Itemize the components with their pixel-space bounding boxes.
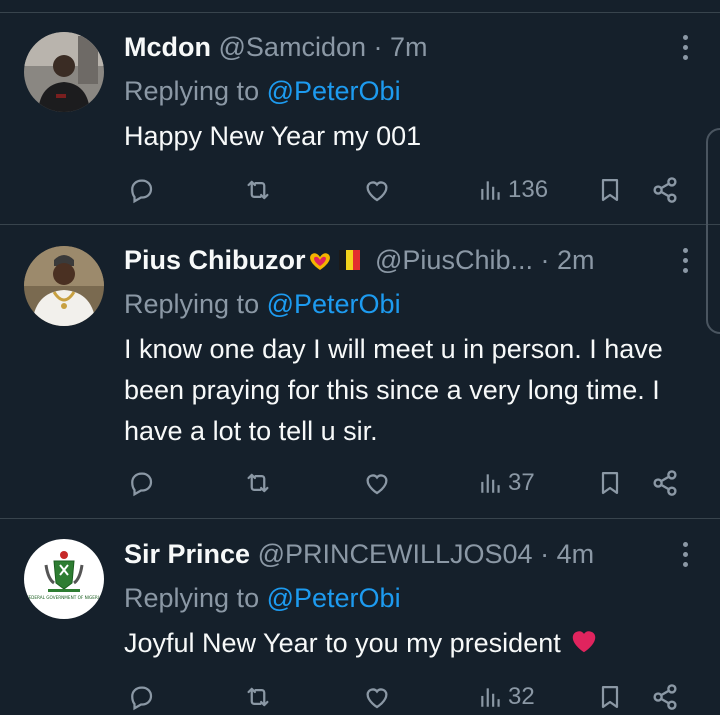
views-count: 37 [508, 469, 535, 496]
tweet-header: Sir Prince @PRINCEWILLJOS04 · 4m [124, 534, 664, 574]
bookmark-icon [601, 471, 619, 495]
top-divider [0, 0, 720, 13]
reply-icon [131, 472, 153, 497]
mention-link[interactable]: @PeterObi [267, 289, 401, 319]
like-button[interactable] [362, 173, 392, 207]
author-name[interactable]: Mcdon [124, 32, 211, 62]
retweet-button[interactable] [242, 466, 274, 500]
more-options-icon[interactable] [680, 542, 690, 572]
views-icon [481, 474, 500, 493]
separator: · [540, 539, 550, 569]
scrollbar[interactable] [706, 128, 720, 334]
reply-tweet[interactable]: Pius Chibuzor @PiusChib... · 2m Replying… [0, 226, 720, 519]
replying-prefix: Replying to [124, 289, 260, 319]
share-icon [653, 177, 677, 203]
bookmark-button[interactable] [596, 173, 624, 207]
avatar[interactable] [24, 32, 104, 112]
action-bar: 32 [124, 680, 684, 714]
avatar-caption: FEDERAL GOVERNMENT OF NIGERIA [26, 595, 102, 600]
tweet-text: Happy New Year my 001 [124, 121, 422, 151]
more-options-icon[interactable] [680, 248, 690, 278]
author-handle[interactable]: @PRINCEWILLJOS04 [258, 539, 533, 569]
like-button[interactable] [362, 466, 392, 500]
views-count: 32 [508, 683, 535, 710]
share-icon [653, 470, 677, 496]
views-button[interactable]: 136 [478, 173, 548, 207]
replying-prefix: Replying to [124, 583, 260, 613]
reply-tweet[interactable]: FEDERAL GOVERNMENT OF NIGERIA Sir Prince… [0, 520, 720, 715]
reply-button[interactable] [126, 173, 156, 207]
more-options-icon[interactable] [680, 35, 690, 65]
retweet-icon [247, 687, 269, 707]
author-handle[interactable]: @PiusChib... [375, 245, 533, 275]
author-name[interactable]: Sir Prince [124, 539, 250, 569]
share-button[interactable] [650, 680, 680, 714]
views-icon [481, 688, 500, 707]
retweet-icon [247, 180, 269, 200]
reply-tweet[interactable]: Mcdon @Samcidon · 7m Replying to @PeterO… [0, 13, 720, 225]
replying-to: Replying to @PeterObi [124, 578, 401, 618]
retweet-button[interactable] [242, 680, 274, 714]
share-button[interactable] [650, 173, 680, 207]
separator: · [540, 245, 550, 275]
tweet-text-body: Joyful New Year to you my president [124, 628, 561, 658]
mention-link[interactable]: @PeterObi [267, 76, 401, 106]
avatar[interactable]: FEDERAL GOVERNMENT OF NIGERIA [24, 539, 104, 619]
like-icon [366, 688, 388, 709]
views-icon [481, 181, 500, 200]
timestamp[interactable]: 4m [557, 539, 595, 569]
bookmark-button[interactable] [596, 680, 624, 714]
timestamp[interactable]: 2m [557, 245, 595, 275]
author-name[interactable]: Pius Chibuzor [124, 245, 306, 275]
share-button[interactable] [650, 466, 680, 500]
bookmark-icon [601, 178, 619, 202]
separator: · [373, 32, 383, 62]
like-button[interactable] [362, 680, 392, 714]
timestamp[interactable]: 7m [390, 32, 428, 62]
retweet-button[interactable] [242, 173, 274, 207]
reply-button[interactable] [126, 680, 156, 714]
views-button[interactable]: 32 [478, 680, 535, 714]
heart-hands-emoji-icon [309, 253, 330, 270]
bookmark-button[interactable] [596, 466, 624, 500]
avatar[interactable] [24, 246, 104, 326]
author-handle[interactable]: @Samcidon [219, 32, 366, 62]
views-count: 136 [508, 176, 549, 203]
replying-to: Replying to @PeterObi [124, 71, 401, 111]
action-bar: 37 [124, 466, 684, 500]
retweet-icon [247, 473, 269, 493]
tweet-text: I know one day I will meet u in person. … [124, 334, 663, 446]
tweet-header: Pius Chibuzor @PiusChib... · 2m [124, 240, 664, 280]
replying-to: Replying to @PeterObi [124, 284, 401, 324]
reply-icon [131, 179, 153, 204]
bookmark-icon [601, 685, 619, 709]
red-heart-emoji-icon [573, 631, 596, 653]
flag-icon [338, 250, 360, 270]
views-button[interactable]: 37 [478, 466, 535, 500]
share-icon [653, 684, 677, 710]
tweet-header: Mcdon @Samcidon · 7m [124, 27, 664, 67]
action-bar: 136 [124, 173, 684, 207]
replying-prefix: Replying to [124, 76, 260, 106]
tweet-text: Joyful New Year to you my president [124, 623, 694, 664]
like-icon [366, 181, 388, 202]
reply-icon [131, 686, 153, 711]
mention-link[interactable]: @PeterObi [267, 583, 401, 613]
like-icon [366, 474, 388, 495]
reply-button[interactable] [126, 466, 156, 500]
